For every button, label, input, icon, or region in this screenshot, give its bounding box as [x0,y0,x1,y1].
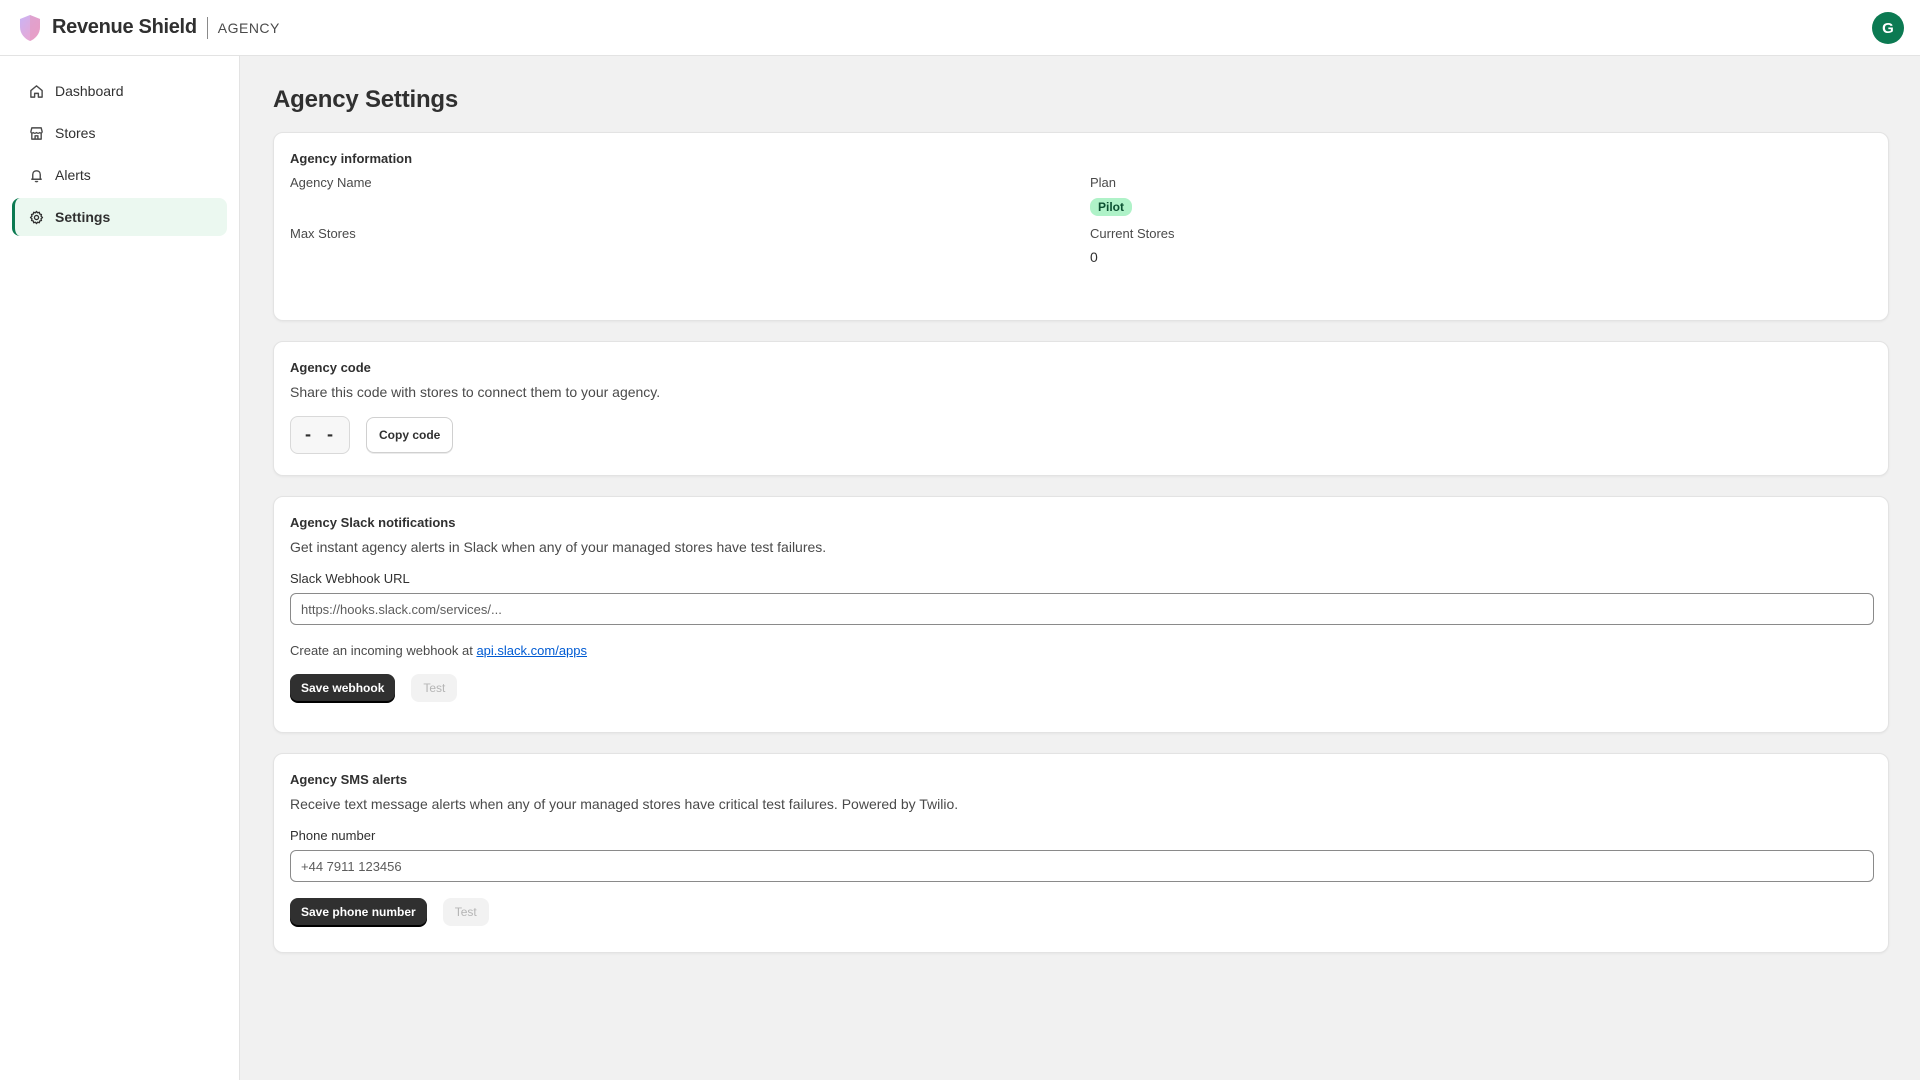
agency-name-field: Agency Name [290,175,1090,216]
card-description: Receive text message alerts when any of … [290,796,959,812]
agency-info-grid: Agency Name Plan Pilot Max Stores Curren… [290,175,1872,267]
agency-information-card: Agency information Agency Name Plan Pilo… [273,132,1889,321]
agency-sms-card: Agency SMS alerts Receive text message a… [273,753,1889,953]
card-title: Agency SMS alerts [290,772,408,787]
card-title: Agency Slack notifications [290,515,456,530]
brand-divider [206,16,208,39]
shield-logo-icon [20,14,40,41]
save-webhook-button[interactable]: Save webhook [290,674,396,702]
brand-tag: AGENCY [217,19,280,36]
phone-number-input[interactable] [290,850,1874,882]
store-icon [28,125,44,141]
current-stores-label: Current Stores [1090,226,1175,241]
brand[interactable]: Revenue Shield AGENCY [18,14,280,42]
max-stores-field: Max Stores [290,226,1090,267]
test-webhook-button[interactable]: Test [411,674,458,702]
sidebar-item-label: Alerts [55,167,91,183]
sidebar-item-stores[interactable]: Stores [12,114,227,152]
slack-button-row: Save webhook Test [290,674,1872,702]
card-description: Get instant agency alerts in Slack when … [290,539,827,555]
current-stores-value: 0 [1090,249,1098,265]
agency-code-card: Agency code Share this code with stores … [273,341,1889,476]
agency-name-label: Agency Name [290,175,372,190]
sidebar-item-label: Settings [55,209,111,225]
slack-help-text: Create an incoming webhook at api.slack.… [290,643,1872,658]
sidebar-item-settings[interactable]: Settings [12,198,227,236]
card-title: Agency code [290,360,371,375]
sidebar-item-alerts[interactable]: Alerts [12,156,227,194]
main-content: Agency Settings Agency information Agenc… [241,56,1920,1080]
sidebar-item-label: Stores [55,125,96,141]
slack-webhook-input[interactable] [290,593,1874,625]
sidebar-item-dashboard[interactable]: Dashboard [12,72,227,110]
save-phone-button[interactable]: Save phone number [290,898,427,926]
plan-label: Plan [1090,175,1117,190]
plan-field: Plan Pilot [1090,175,1890,216]
test-sms-button[interactable]: Test [442,898,489,926]
sidebar: Dashboard Stores Alerts Settings [0,56,240,1080]
agency-code-value: - - [290,416,350,454]
agency-name-value [290,198,1090,216]
top-bar: Revenue Shield AGENCY G [0,0,1920,56]
user-avatar[interactable]: G [1872,12,1904,44]
page-title: Agency Settings [273,86,459,113]
brand-name: Revenue Shield [52,16,197,38]
max-stores-label: Max Stores [290,226,356,241]
bell-icon [28,167,44,183]
plan-badge: Pilot [1090,198,1132,216]
gear-icon [28,209,44,225]
phone-number-label: Phone number [290,828,376,843]
home-icon [28,83,44,99]
current-stores-field: Current Stores 0 [1090,226,1890,267]
copy-code-button[interactable]: Copy code [366,417,454,453]
card-description: Share this code with stores to connect t… [290,384,661,400]
max-stores-value [290,249,1090,267]
sms-button-row: Save phone number Test [290,898,1872,926]
slack-webhook-label: Slack Webhook URL [290,571,410,586]
card-title: Agency information [290,151,413,166]
sidebar-item-label: Dashboard [55,83,124,99]
agency-slack-card: Agency Slack notifications Get instant a… [273,496,1889,733]
slack-apps-link[interactable]: api.slack.com/apps [476,643,587,658]
help-prefix: Create an incoming webhook at [290,643,477,658]
agency-code-row: - - Copy code [290,416,1872,454]
